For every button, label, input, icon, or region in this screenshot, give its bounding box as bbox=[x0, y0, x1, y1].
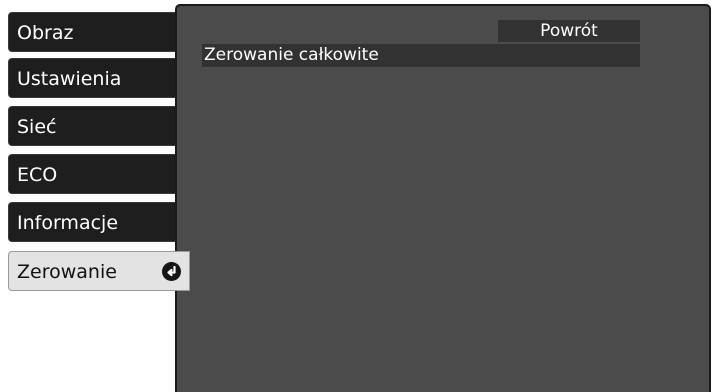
menu-item-zerowanie-calkowite[interactable]: Zerowanie całkowite bbox=[202, 44, 640, 67]
sidebar-item-obraz[interactable]: Obraz bbox=[8, 12, 182, 52]
enter-icon bbox=[162, 262, 181, 281]
sidebar-item-label: Ustawienia bbox=[17, 68, 122, 90]
sidebar-item-label: Obraz bbox=[17, 22, 74, 44]
sidebar-item-label: Sieć bbox=[17, 116, 57, 138]
sidebar-item-zerowanie[interactable]: Zerowanie bbox=[8, 251, 190, 291]
sidebar-item-label: Zerowanie bbox=[17, 261, 117, 283]
menu-screen: Obraz Ustawienia Sieć ECO Informacje Zer… bbox=[0, 0, 713, 392]
sidebar-item-siec[interactable]: Sieć bbox=[8, 106, 182, 146]
sidebar-item-label: ECO bbox=[17, 164, 58, 186]
back-button[interactable]: Powrót bbox=[498, 20, 640, 42]
sidebar-item-informacje[interactable]: Informacje bbox=[8, 202, 182, 242]
sidebar-item-label: Informacje bbox=[17, 212, 119, 234]
sidebar-item-ustawienia[interactable]: Ustawienia bbox=[8, 58, 182, 98]
sidebar-item-eco[interactable]: ECO bbox=[8, 154, 182, 194]
